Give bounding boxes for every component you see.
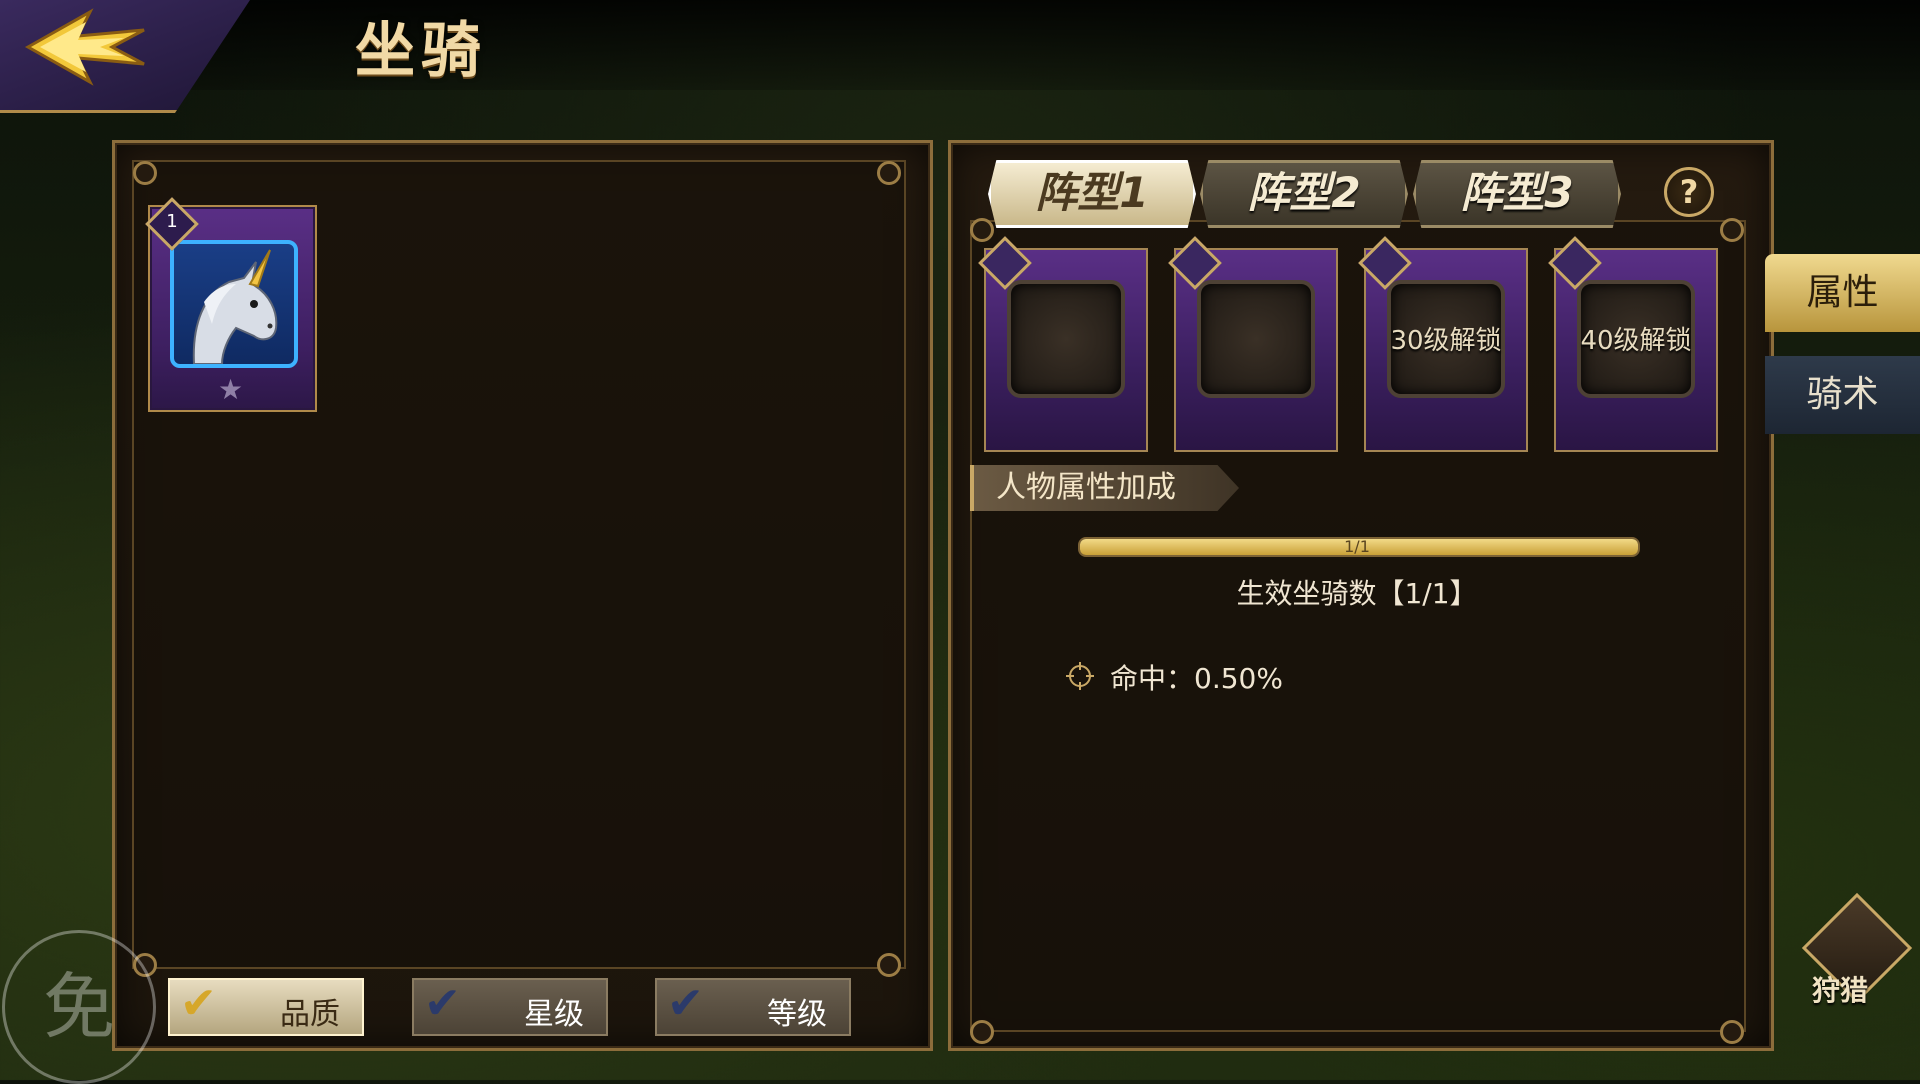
attribute-bonus-header: 人物属性加成 <box>970 465 1239 511</box>
side-tab-attributes[interactable]: 属性 <box>1765 254 1920 332</box>
filter-label: 等级 <box>767 997 827 1032</box>
tab-label: 阵型3 <box>1460 168 1574 217</box>
filter-star-checkbox[interactable]: ✔ 星级 <box>412 978 608 1036</box>
unicorn-portrait <box>170 240 298 368</box>
corner-ornament <box>970 218 994 242</box>
top-bar <box>0 0 1920 90</box>
filter-quality-checkbox[interactable]: ✔ 品质 <box>168 978 364 1036</box>
hunt-label: 狩猎 <box>1812 974 1869 1007</box>
corner-ornament <box>1720 1020 1744 1044</box>
unicorn-icon <box>192 249 278 364</box>
star-icon: ★ <box>218 373 244 406</box>
tab-label: 阵型2 <box>1247 168 1361 217</box>
tab-formation-1[interactable]: 阵型1 <box>988 160 1196 228</box>
effective-mount-count: 生效坐骑数【1/1】 <box>1236 577 1478 610</box>
tab-formation-2[interactable]: 阵型2 <box>1200 160 1408 228</box>
corner-ornament <box>877 161 901 185</box>
help-button[interactable]: ? <box>1664 167 1714 217</box>
section-title: 人物属性加成 <box>996 470 1176 505</box>
corner-ornament <box>133 161 157 185</box>
hunt-button[interactable]: 狩猎 <box>1801 892 1913 1015</box>
corner-ornament <box>877 953 901 977</box>
slot-number: 1 <box>166 211 178 232</box>
page-title: 坐骑 <box>355 16 487 86</box>
slot-empty-frame <box>1007 280 1125 398</box>
corner-ornament <box>970 1020 994 1044</box>
watermark-badge: 免 <box>2 930 156 1084</box>
crosshair-icon <box>1066 662 1094 690</box>
check-icon: ✔ <box>424 978 461 1029</box>
stat-hit-rate: 命中：0.50% <box>1110 662 1283 695</box>
side-tab-riding[interactable]: 骑术 <box>1765 356 1920 434</box>
slot-empty-frame <box>1197 280 1315 398</box>
check-icon: ✔ <box>667 978 704 1029</box>
side-tab-label: 属性 <box>1806 272 1879 313</box>
side-tab-label: 骑术 <box>1806 374 1879 415</box>
progress-text: 1/1 <box>1344 537 1370 556</box>
filter-label: 星级 <box>524 997 584 1032</box>
tab-label: 阵型1 <box>1035 168 1149 217</box>
slot-lock-text: 30级解锁 <box>1390 326 1502 356</box>
tab-formation-3[interactable]: 阵型3 <box>1413 160 1621 228</box>
filter-level-checkbox[interactable]: ✔ 等级 <box>655 978 851 1036</box>
corner-ornament <box>1720 218 1744 242</box>
filter-label: 品质 <box>280 997 340 1032</box>
slot-lock-text: 40级解锁 <box>1580 326 1692 356</box>
check-icon: ✔ <box>180 978 217 1029</box>
back-arrow-icon[interactable] <box>20 8 150 86</box>
